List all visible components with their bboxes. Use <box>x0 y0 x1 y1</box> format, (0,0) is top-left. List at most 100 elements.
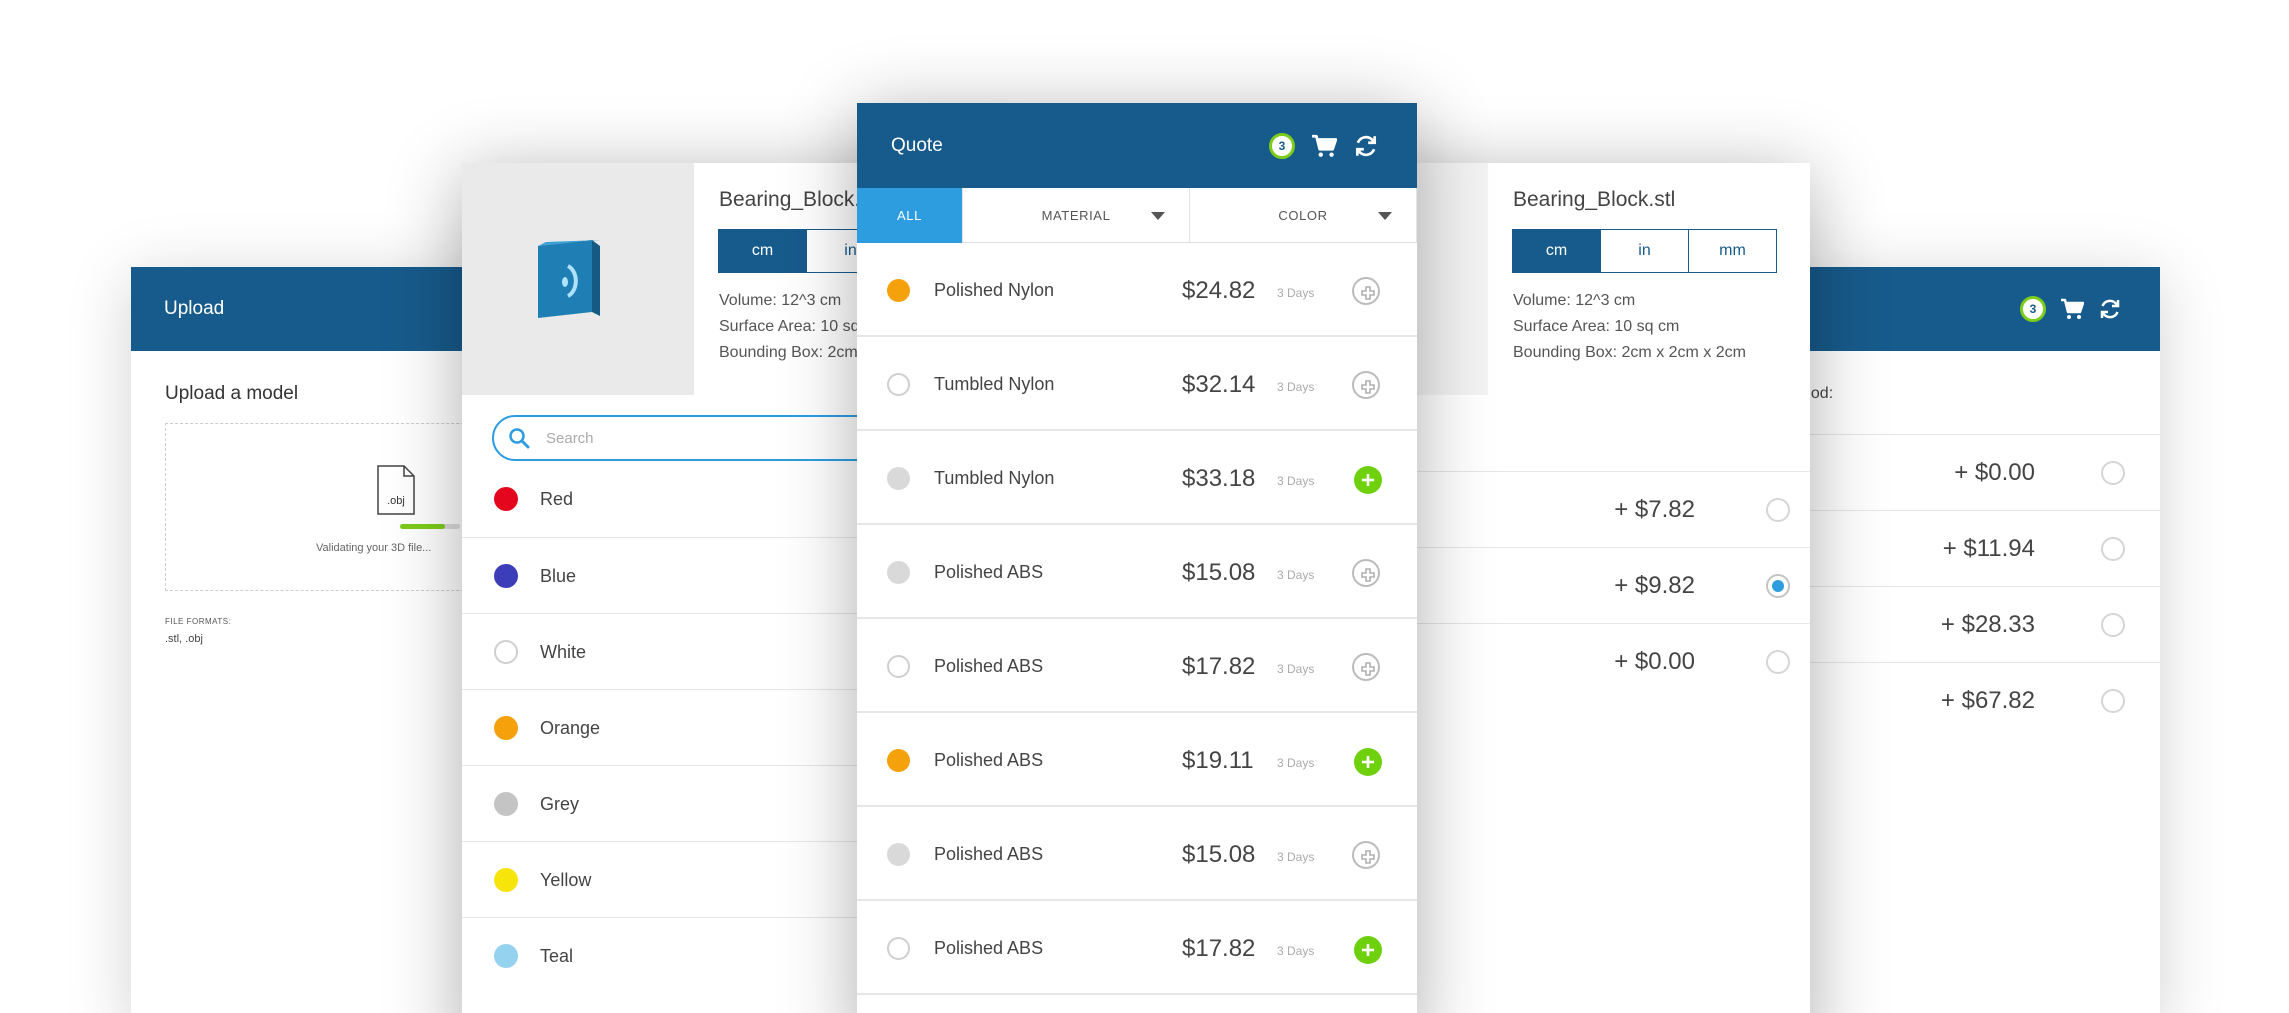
shipping-price: + $28.33 <box>1940 611 2035 638</box>
shipping-price: + $67.82 <box>1940 687 2035 714</box>
formats-value: .stl, .obj <box>165 633 203 645</box>
quote-item[interactable]: Polished ABS $15.08 3 Days <box>857 526 1417 619</box>
add-to-cart-button[interactable] <box>1354 936 1382 964</box>
color-swatch <box>887 279 910 302</box>
color-price-option[interactable]: + $0.00 <box>1380 623 1810 699</box>
lead-time: 3 Days <box>1277 756 1315 770</box>
add-to-cart-button[interactable] <box>1352 277 1380 305</box>
color-swatch <box>887 655 910 678</box>
color-price-option[interactable]: + $9.82 <box>1380 547 1810 623</box>
plus-circle-icon <box>1361 568 1375 582</box>
quote-panel: Quote 3 ALL MATERIAL COLOR Polished Nylo… <box>857 103 1417 1013</box>
shipping-option[interactable]: + $67.82 <box>1790 662 2160 738</box>
quote-header-icons: 3 <box>1269 103 1379 188</box>
unit-tab-cm[interactable]: cm <box>718 229 807 273</box>
color-name: Blue <box>540 566 577 586</box>
shipping-radio[interactable] <box>2101 537 2125 561</box>
color-swatch <box>494 792 518 816</box>
color-name: Teal <box>540 946 574 966</box>
chevron-down-icon <box>1378 212 1392 220</box>
add-to-cart-button[interactable] <box>1352 653 1380 681</box>
color-name: Grey <box>540 794 580 814</box>
shipping-option[interactable]: + $0.00 <box>1790 434 2160 510</box>
unit-tab-in-right[interactable]: in <box>1600 229 1689 273</box>
color-swatch <box>887 373 910 396</box>
plus-circle-icon <box>1361 286 1375 300</box>
lead-time: 3 Days <box>1277 568 1315 582</box>
quote-item[interactable]: Tumbled Nylon $33.18 3 Days <box>857 432 1417 525</box>
quote-item[interactable]: Polished ABS $19.11 3 Days <box>857 714 1417 807</box>
lead-time: 3 Days <box>1277 662 1315 676</box>
color-name: Yellow <box>540 870 592 890</box>
quote-item[interactable]: Polished ABS $17.82 3 Days <box>857 620 1417 713</box>
item-price: $24.82 <box>1182 277 1256 304</box>
shipping-header: 3 <box>1790 267 2160 351</box>
cube-icon <box>538 240 600 318</box>
quote-item[interactable]: Polished ABS $15.08 3 Days <box>857 808 1417 901</box>
unit-tabs-right: cm in mm <box>1512 229 1777 273</box>
file-info-right: Bearing_Block.stl cm in mm Volume: 12^3 … <box>1488 163 1810 395</box>
item-price: $32.14 <box>1182 371 1256 398</box>
item-price: $17.82 <box>1182 653 1256 680</box>
color-swatch <box>887 843 910 866</box>
add-to-cart-button[interactable] <box>1352 841 1380 869</box>
color-swatch <box>494 640 518 664</box>
filter-material-label: MATERIAL <box>1041 208 1111 223</box>
color-name: White <box>540 642 587 662</box>
plus-circle-icon <box>1361 850 1375 864</box>
filter-material-dropdown[interactable]: MATERIAL <box>963 188 1190 243</box>
formats-label: FILE FORMATS: <box>165 617 232 626</box>
shipping-radio[interactable] <box>2101 461 2125 485</box>
quote-item[interactable]: Polished Nylon $24.82 3 Days <box>857 244 1417 337</box>
refresh-icon[interactable] <box>2098 297 2122 321</box>
file-icon-label: .obj <box>387 495 405 507</box>
unit-tab-cm-right[interactable]: cm <box>1512 229 1601 273</box>
add-to-cart-button[interactable] <box>1354 748 1382 776</box>
lead-time: 3 Days <box>1277 380 1315 394</box>
chevron-down-icon <box>1151 212 1165 220</box>
shipping-radio[interactable] <box>2101 613 2125 637</box>
plus-circle-icon <box>1361 662 1375 676</box>
file-name-right: Bearing_Block.stl <box>1513 188 1676 211</box>
quote-item[interactable]: Polished ABS $17.82 3 Days <box>857 902 1417 995</box>
item-price: $19.11 <box>1182 747 1254 774</box>
file-name: Bearing_Block.s <box>719 188 871 211</box>
color-price-option[interactable]: + $7.82 <box>1380 471 1810 547</box>
cart-icon[interactable] <box>1311 134 1337 158</box>
add-to-cart-button[interactable] <box>1352 371 1380 399</box>
filter-color-dropdown[interactable]: COLOR <box>1190 188 1417 243</box>
lead-time: 3 Days <box>1277 850 1315 864</box>
color-price-radio[interactable] <box>1766 574 1790 598</box>
quote-item[interactable]: Tumbled Nylon $32.14 3 Days <box>857 338 1417 431</box>
item-price: $15.08 <box>1182 841 1256 868</box>
add-to-cart-button[interactable] <box>1352 559 1380 587</box>
color-price-radio[interactable] <box>1766 498 1790 522</box>
model-specs-right: Volume: 12^3 cm Surface Area: 10 sq cm B… <box>1513 288 1746 366</box>
search-placeholder: Search <box>546 430 594 447</box>
shipping-radio[interactable] <box>2101 689 2125 713</box>
shipping-option[interactable]: + $28.33 <box>1790 586 2160 662</box>
material-name: Polished ABS <box>934 938 1044 958</box>
item-price: $17.82 <box>1182 935 1256 962</box>
cart-icon[interactable] <box>2060 298 2084 320</box>
filter-tab-all[interactable]: ALL <box>857 188 963 243</box>
material-name: Polished ABS <box>934 562 1044 582</box>
lead-time: 3 Days <box>1277 944 1315 958</box>
file-icon: .obj <box>377 465 415 515</box>
model-surface-area-right: Surface Area: 10 sq cm <box>1513 318 1680 335</box>
color-price: + $7.82 <box>1614 496 1695 523</box>
color-price-radio[interactable] <box>1766 650 1790 674</box>
search-icon <box>509 428 530 449</box>
color-swatch <box>494 716 518 740</box>
material-name: Polished Nylon <box>934 280 1055 300</box>
add-to-cart-button[interactable] <box>1354 466 1382 494</box>
plus-circle-icon <box>1362 756 1374 768</box>
shipping-header-icons: 3 <box>2020 267 2122 351</box>
color-swatch <box>494 564 518 588</box>
model-bounding-box-right: Bounding Box: 2cm x 2cm x 2cm <box>1513 344 1746 361</box>
shipping-option[interactable]: + $11.94 <box>1790 510 2160 586</box>
refresh-icon[interactable] <box>1353 133 1379 159</box>
lead-time: 3 Days <box>1277 474 1315 488</box>
unit-tab-mm-right[interactable]: mm <box>1688 229 1777 273</box>
item-price: $15.08 <box>1182 559 1256 586</box>
